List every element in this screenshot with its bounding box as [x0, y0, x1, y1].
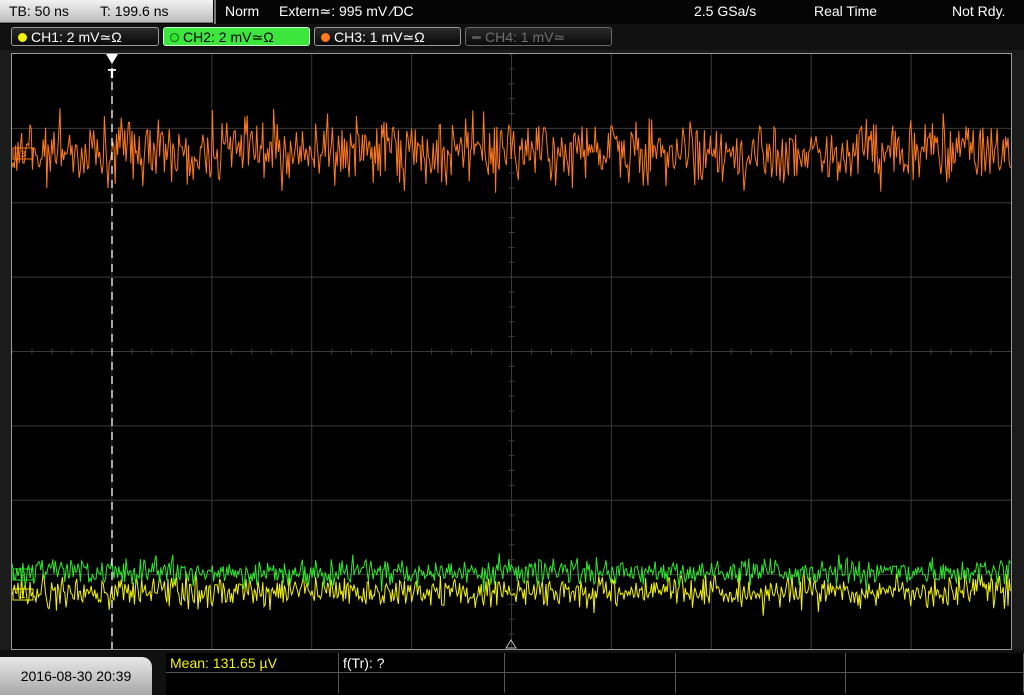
acquisition-mode[interactable]: Norm — [225, 0, 259, 24]
measurement-cell[interactable] — [676, 653, 846, 673]
measurement-mean: Mean: 131.65 µV — [170, 655, 277, 671]
channel-label: CH4: 1 mV≃ — [485, 29, 566, 45]
trigger-source[interactable]: Extern≃: 995 mV ∕DC — [279, 0, 414, 24]
channel-label: CH3: 1 mV≃Ω — [334, 29, 425, 45]
measurement-cell[interactable] — [846, 673, 1024, 693]
measurement-frequency: f(Tr): ? — [343, 655, 385, 671]
ch3-marker-label: 3 — [20, 150, 26, 160]
measurement-cell[interactable] — [339, 673, 505, 693]
measurement-cell[interactable] — [846, 653, 1024, 673]
ch4-indicator-icon — [472, 36, 481, 39]
channel-tab-ch1[interactable]: CH1: 2 mV≃Ω — [11, 27, 159, 46]
trigger-arrow-icon[interactable] — [106, 54, 118, 64]
channel-bar: CH1: 2 mV≃Ω CH2: 2 mV≃Ω CH3: 1 mV≃Ω CH4:… — [0, 24, 1024, 50]
measurement-panel[interactable]: Mean: 131.65 µV f(Tr): ? — [166, 653, 1024, 695]
sample-rate[interactable]: 2.5 GSa/s — [694, 0, 756, 24]
divider — [214, 0, 216, 24]
channel-tab-ch2[interactable]: CH2: 2 mV≃Ω — [163, 27, 310, 46]
ch2-marker-label: 2 — [20, 571, 26, 581]
channel-tab-ch3[interactable]: CH3: 1 mV≃Ω — [314, 27, 461, 46]
measurement-cell[interactable] — [505, 673, 676, 693]
ch1-reference-marker[interactable]: 1 — [12, 588, 34, 601]
channel-tab-ch4[interactable]: CH4: 1 mV≃ — [465, 27, 612, 46]
waveform-display[interactable]: T 3 2 1 — [11, 53, 1012, 650]
acquisition-type[interactable]: Real Time — [814, 0, 877, 24]
timebase-readout: TB: 50 ns — [9, 3, 69, 19]
ch1-indicator-icon — [18, 33, 27, 42]
trigger-status: Not Rdy. — [952, 3, 1006, 19]
trigger-marker: T — [108, 67, 117, 81]
measurement-cell[interactable] — [676, 673, 846, 693]
date-time: 2016-08-30 20:39 — [0, 657, 152, 695]
measurement-cell[interactable] — [166, 673, 339, 693]
waveform-canvas: T 3 2 1 — [12, 54, 1011, 649]
ch2-indicator-icon — [170, 33, 179, 42]
status-bar: TB: 50 ns T: 199.6 ns Norm Extern≃: 995 … — [0, 0, 1024, 24]
trigger-time-readout: T: 199.6 ns — [100, 3, 169, 19]
timebase-box[interactable]: TB: 50 ns T: 199.6 ns — [0, 0, 213, 23]
channel-label: CH2: 2 mV≃Ω — [183, 29, 274, 45]
channel-label: CH1: 2 mV≃Ω — [31, 29, 122, 45]
ch1-marker-label: 1 — [20, 591, 26, 601]
graticule — [12, 54, 1011, 649]
measurement-cell[interactable] — [505, 653, 676, 673]
ch3-indicator-icon — [321, 33, 330, 42]
